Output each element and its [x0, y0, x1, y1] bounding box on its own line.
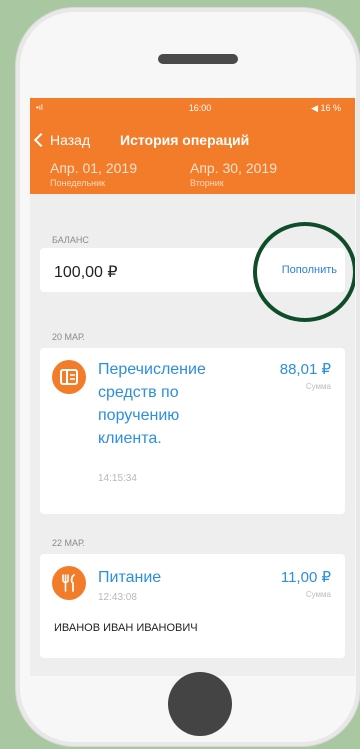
status-time: 16:00 — [188, 103, 212, 113]
back-label: Назад — [50, 132, 91, 148]
operation-time: 12:43:08 — [98, 592, 137, 603]
date-from-weekday: Понедельник — [50, 178, 106, 188]
operation-card[interactable]: Питание 11,00 ₽ Сумма 12:43:08 ИВАНОВ ИВ… — [40, 554, 345, 658]
home-button[interactable] — [168, 672, 232, 736]
fork-knife-icon — [52, 566, 86, 600]
page-title: История операций — [120, 132, 250, 148]
operation-title: Питание — [98, 569, 162, 586]
app-header: •ıl 16:00 ◀ 16 % Назад История операций … — [30, 98, 355, 194]
operation-title-line: клиента. — [98, 430, 162, 447]
operation-time: 14:15:34 — [98, 473, 137, 484]
topup-button[interactable]: Пополнить — [282, 264, 337, 276]
operation-amount: 11,00 ₽ — [280, 569, 331, 586]
operation-title-line: поручению — [98, 407, 180, 424]
status-bar: •ıl 16:00 ◀ 16 % — [30, 98, 355, 118]
back-button[interactable]: Назад — [33, 132, 91, 148]
phone-frame: •ıl 16:00 ◀ 16 % Назад История операций … — [16, 8, 360, 746]
transfer-icon — [52, 360, 86, 394]
operation-title: Перечисление средств по поручению клиент… — [98, 358, 206, 450]
date-from-picker[interactable]: Апр. 01, 2019 — [50, 160, 137, 176]
speaker-grille — [158, 54, 238, 64]
chevron-left-icon — [33, 132, 49, 148]
operation-amount-label: Сумма — [305, 590, 331, 599]
app-screen: •ıl 16:00 ◀ 16 % Назад История операций … — [30, 98, 355, 676]
signal-icon: •ıl — [36, 103, 43, 112]
operation-title-line: Перечисление — [98, 361, 206, 378]
operation-date-label: 20 МАР. — [52, 332, 85, 342]
balance-section-label: БАЛАНС — [52, 235, 89, 245]
date-to-picker[interactable]: Апр. 30, 2019 — [190, 160, 277, 176]
operation-amount-label: Сумма — [305, 382, 331, 391]
date-to-weekday: Вторник — [190, 178, 224, 188]
operation-amount: 88,01 ₽ — [279, 361, 331, 378]
operation-date-label: 22 МАР. — [52, 538, 85, 548]
operation-title-line: средств по — [98, 384, 179, 401]
balance-card: 100,00 ₽ Пополнить — [40, 248, 345, 292]
battery-indicator: ◀ 16 % — [311, 103, 341, 113]
operation-person: ИВАНОВ ИВАН ИВАНОВИЧ — [54, 622, 198, 634]
operation-card[interactable]: Перечисление средств по поручению клиент… — [40, 348, 345, 514]
balance-value: 100,00 ₽ — [54, 264, 118, 281]
